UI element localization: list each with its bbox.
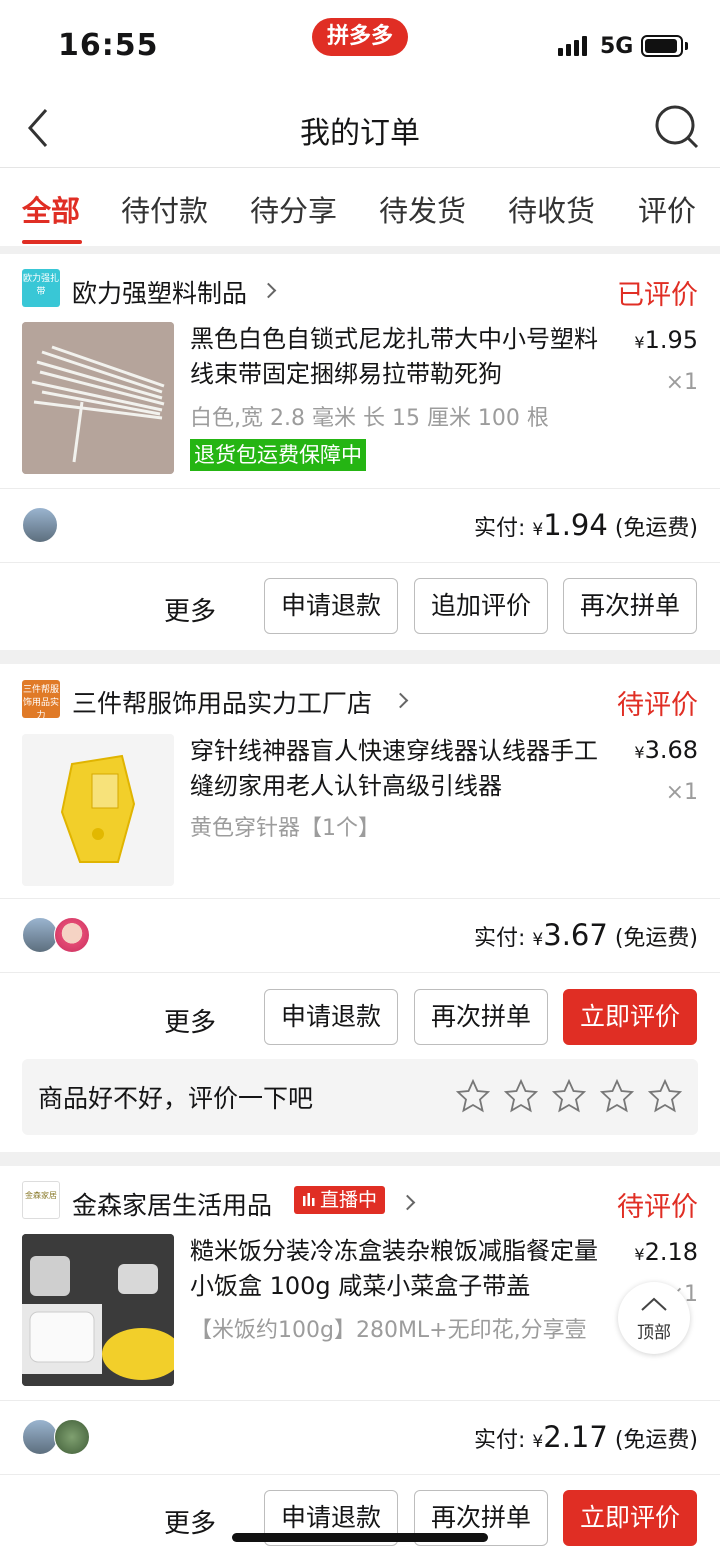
status-time: 16:55 [58, 28, 159, 63]
paid-amount: 实付: ¥2.17 (免运费) [474, 1420, 698, 1454]
divider [0, 898, 720, 899]
order-status: 已评价 [617, 280, 698, 311]
tab-review[interactable]: 评价 [638, 188, 696, 230]
divider [0, 488, 720, 489]
product-spec: 黄色穿针器【1个】 [190, 816, 380, 841]
order-card: 金森家居 金森家居生活用品 直播中 待评价 糙米饭分装冷冻盒装杂粮饭减脂餐定量小… [0, 1166, 720, 1558]
chevron-right-icon [399, 1194, 416, 1211]
shop-name[interactable]: 金森家居生活用品 [72, 1186, 272, 1222]
avatar [54, 917, 90, 953]
divider [0, 1474, 720, 1475]
tab-pending-payment[interactable]: 待付款 [121, 188, 208, 230]
divider [0, 972, 720, 973]
back-to-top-label: 顶部 [637, 1323, 671, 1343]
product-spec: 【米饭约100g】280ML+无印花,分享壹 [190, 1318, 587, 1343]
order-card: 欧力强扎带 欧力强塑料制品 已评价 黑色白色自锁式尼龙扎带大中小号塑料线束带固定… [0, 254, 720, 650]
network-label: 5G [600, 34, 634, 59]
battery-tip [685, 42, 688, 50]
order-card: 三件帮服饰用品实力 三件帮服饰用品实力工厂店 待评价 穿针线神器盲人快速穿线器认… [0, 664, 720, 1152]
active-tab-indicator [22, 240, 82, 244]
paid-amount: 实付: ¥3.67 (免运费) [474, 918, 698, 952]
review-now-button[interactable]: 立即评价 [563, 1490, 697, 1546]
order-tabs: 全部 待付款 待分享 待发货 待收货 评价 [0, 168, 720, 246]
add-review-button[interactable]: 追加评价 [414, 578, 548, 634]
page-title: 我的订单 [300, 116, 420, 151]
reorder-button[interactable]: 再次拼单 [563, 578, 697, 634]
order-status: 待评价 [617, 1192, 698, 1223]
request-refund-button[interactable]: 申请退款 [264, 578, 398, 634]
tab-all[interactable]: 全部 [22, 188, 80, 230]
star-icon[interactable] [648, 1079, 682, 1113]
avatar [22, 917, 58, 953]
avatar [22, 1419, 58, 1455]
tab-pending-receipt[interactable]: 待收货 [508, 188, 595, 230]
divider [0, 1400, 720, 1401]
tab-pending-share[interactable]: 待分享 [250, 188, 337, 230]
star-icon[interactable] [504, 1079, 538, 1113]
chevron-up-icon [641, 1297, 667, 1311]
home-indicator[interactable] [232, 1533, 488, 1542]
chevron-right-icon [260, 282, 277, 299]
shop-logo: 金森家居 [22, 1181, 60, 1219]
shop-name[interactable]: 欧力强塑料制品 [72, 274, 247, 310]
brand-logo: 拼多多 [312, 18, 408, 56]
product-price: ¥3.68 [634, 736, 698, 764]
shop-name[interactable]: 三件帮服饰用品实力工厂店 [72, 684, 372, 720]
quick-review-panel: 商品好不好，评价一下吧 [22, 1059, 698, 1135]
product-spec: 白色,宽 2.8 毫米 长 15 厘米 100 根 [190, 406, 549, 431]
reorder-button[interactable]: 再次拼单 [414, 989, 548, 1045]
paid-amount: 实付: ¥1.94 (免运费) [474, 508, 698, 542]
star-icon[interactable] [600, 1079, 634, 1113]
live-bars-icon [303, 1193, 315, 1206]
review-prompt: 商品好不好，评价一下吧 [38, 1084, 314, 1113]
shop-logo: 欧力强扎带 [22, 269, 60, 307]
divider [0, 562, 720, 563]
nav-bar: 我的订单 [0, 88, 720, 168]
product-image[interactable] [22, 734, 174, 886]
more-button[interactable]: 更多 [164, 591, 216, 628]
order-status: 待评价 [617, 690, 698, 721]
avatar [54, 1419, 90, 1455]
product-title[interactable]: 糙米饭分装冷冻盒装杂粮饭减脂餐定量小饭盒 100g 咸菜小菜盒子带盖 [190, 1234, 620, 1304]
back-to-top-button[interactable]: 顶部 [618, 1282, 690, 1354]
star-icon[interactable] [456, 1079, 490, 1113]
product-image[interactable] [22, 322, 174, 474]
star-icon[interactable] [552, 1079, 586, 1113]
product-quantity: ×1 [665, 780, 698, 805]
return-shipping-badge: 退货包运费保障中 [190, 439, 366, 471]
product-title[interactable]: 穿针线神器盲人快速穿线器认线器手工缝纫家用老人认针高级引线器 [190, 734, 620, 804]
status-bar: 16:55 拼多多 5G [0, 0, 720, 88]
battery-icon [641, 35, 683, 57]
search-icon[interactable] [654, 104, 700, 150]
more-button[interactable]: 更多 [164, 1503, 216, 1540]
chevron-right-icon [392, 692, 409, 709]
product-title[interactable]: 黑色白色自锁式尼龙扎带大中小号塑料线束带固定捆绑易拉带勒死狗 [190, 322, 620, 392]
tab-pending-shipment[interactable]: 待发货 [379, 188, 466, 230]
shop-logo: 三件帮服饰用品实力 [22, 680, 60, 718]
live-badge[interactable]: 直播中 [294, 1186, 386, 1214]
product-quantity: ×1 [665, 370, 698, 395]
review-now-button[interactable]: 立即评价 [563, 989, 697, 1045]
product-price: ¥1.95 [634, 326, 698, 354]
product-price: ¥2.18 [634, 1238, 698, 1266]
product-image[interactable] [22, 1234, 174, 1386]
request-refund-button[interactable]: 申请退款 [264, 989, 398, 1045]
more-button[interactable]: 更多 [164, 1002, 216, 1039]
avatar [22, 507, 58, 543]
